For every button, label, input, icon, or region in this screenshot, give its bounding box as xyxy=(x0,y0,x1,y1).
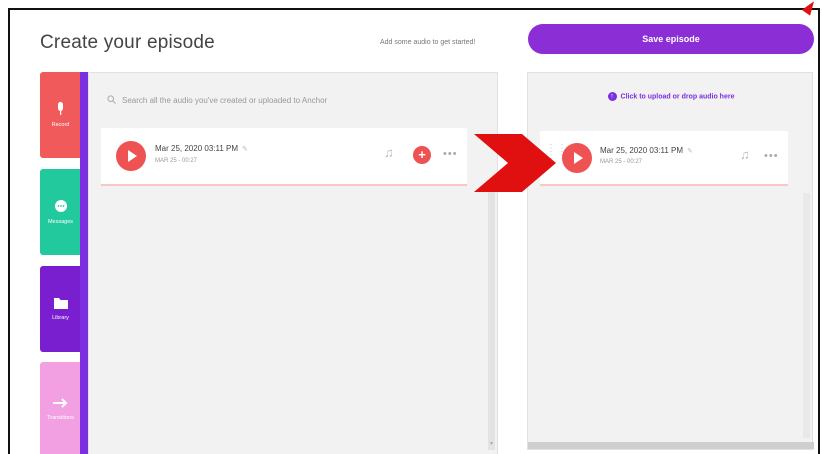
sidebar-rail xyxy=(80,72,88,454)
search-icon xyxy=(107,95,116,106)
sidebar: Record Messages Library Transitions xyxy=(40,72,88,454)
sidebar-item-library[interactable]: Library xyxy=(40,266,81,352)
pencil-icon[interactable]: ✎ xyxy=(242,146,248,153)
sidebar-item-label: Messages xyxy=(47,219,74,225)
microphone-icon xyxy=(56,102,65,118)
audio-meta: MAR 25 - 00:27 xyxy=(155,158,198,164)
app-frame: Create your episode Add some audio to ge… xyxy=(8,8,820,454)
music-icon[interactable]: ♫ xyxy=(740,147,750,162)
search-placeholder: Search all the audio you've created or u… xyxy=(122,96,328,105)
scrollbar[interactable]: ▾ xyxy=(488,188,495,450)
upload-label: Click to upload or drop audio here xyxy=(620,93,735,101)
audio-title: Mar 25, 2020 03:11 PM ✎ xyxy=(155,144,248,153)
music-icon[interactable]: ♫ xyxy=(384,145,394,160)
library-audio-item[interactable]: Mar 25, 2020 03:11 PM ✎ MAR 25 - 00:27 ♫ … xyxy=(101,128,467,186)
scroll-down-icon[interactable]: ▾ xyxy=(488,440,495,450)
sidebar-item-record[interactable]: Record xyxy=(40,72,81,158)
search-bar[interactable]: Search all the audio you've created or u… xyxy=(107,95,327,106)
save-episode-button[interactable]: Save episode xyxy=(528,24,814,54)
play-button[interactable] xyxy=(562,143,592,173)
folder-icon xyxy=(53,297,68,311)
audio-title-text: Mar 25, 2020 03:11 PM xyxy=(155,144,239,153)
sidebar-item-label: Record xyxy=(51,122,70,128)
episode-audio-item[interactable]: ⋮⋮ ⋮⋮ Mar 25, 2020 03:11 PM ✎ MAR 25 - 00:… xyxy=(540,131,788,186)
more-options-icon[interactable]: ••• xyxy=(443,148,458,160)
sidebar-item-messages[interactable]: Messages xyxy=(40,169,81,255)
sidebar-item-label: Transitions xyxy=(47,415,74,421)
annotation-arrow-icon xyxy=(474,134,556,192)
library-panel: Search all the audio you've created or u… xyxy=(88,72,498,454)
panel-footer-bar xyxy=(528,442,814,449)
upload-icon: ↑ xyxy=(607,92,617,101)
more-options-icon[interactable]: ••• xyxy=(764,150,779,162)
scrollbar[interactable] xyxy=(803,193,810,438)
audio-title-text: Mar 25, 2020 03:11 PM xyxy=(600,146,684,155)
arrow-right-icon xyxy=(52,397,69,411)
page-title: Create your episode xyxy=(40,32,215,53)
upload-area[interactable]: ↑ Click to upload or drop audio here xyxy=(528,92,814,101)
play-button[interactable] xyxy=(116,141,146,171)
empty-hint: Add some audio to get started! xyxy=(380,39,476,46)
audio-meta: MAR 25 - 00:27 xyxy=(600,159,643,165)
audio-title: Mar 25, 2020 03:11 PM ✎ xyxy=(600,146,693,155)
message-icon xyxy=(54,199,68,215)
add-to-episode-button[interactable]: + xyxy=(413,146,431,164)
episode-panel: ↑ Click to upload or drop audio here ⋮⋮ ⋮⋮… xyxy=(527,72,814,450)
pencil-icon[interactable]: ✎ xyxy=(687,148,693,155)
sidebar-item-label: Library xyxy=(52,315,69,321)
sidebar-item-transitions[interactable]: Transitions xyxy=(40,362,81,454)
